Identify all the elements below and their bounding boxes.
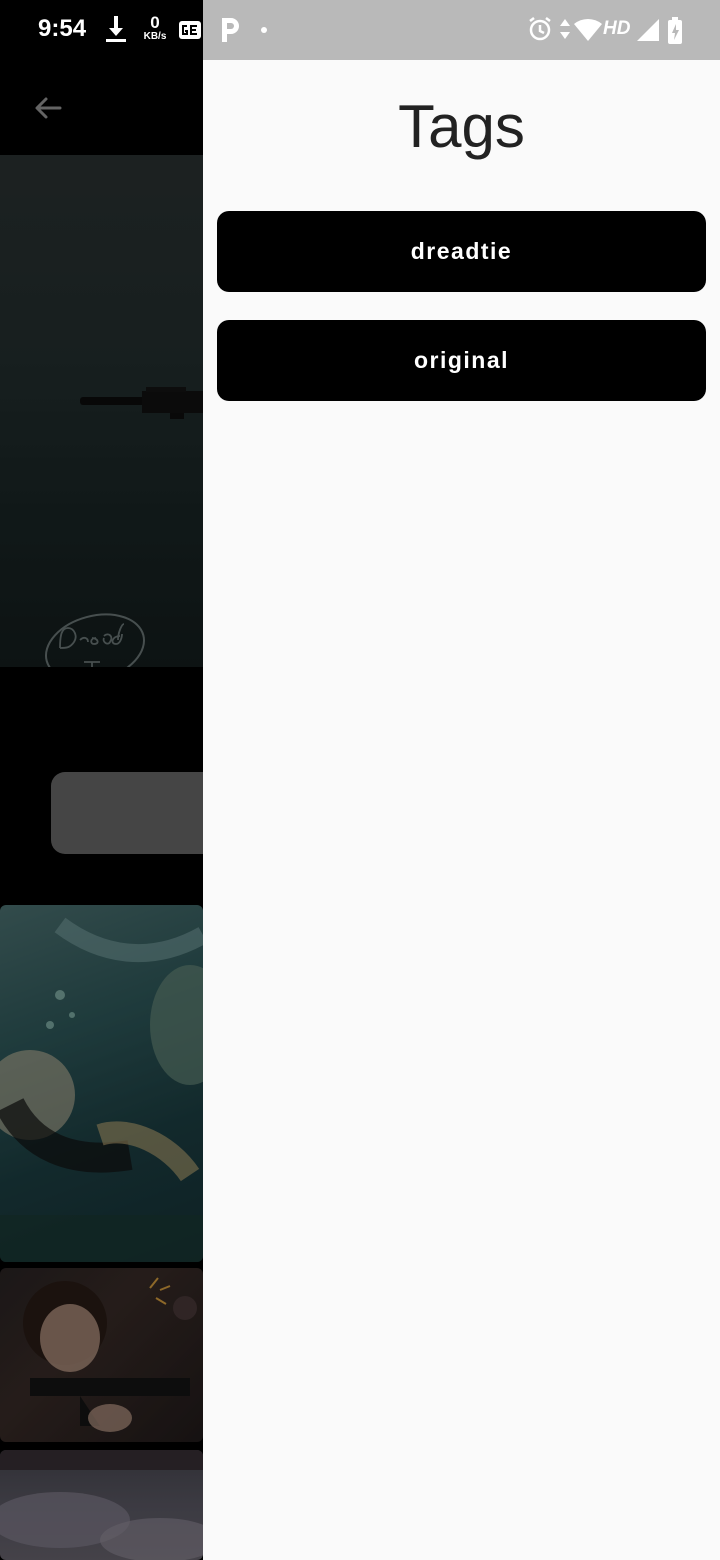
signal-icon	[637, 19, 659, 41]
network-speed: 0 KB/s	[140, 14, 170, 46]
status-bar: 9:54 0 KB/s HD	[0, 0, 720, 60]
network-type-label: HD	[603, 18, 631, 39]
tag-button-dreadtie[interactable]: dreadtie	[217, 211, 706, 292]
alarm-icon	[529, 17, 551, 41]
p-app-icon	[222, 18, 239, 42]
drawer-scrim[interactable]	[0, 60, 203, 1560]
tag-button-original[interactable]: original	[217, 320, 706, 401]
data-arrows-icon	[560, 19, 570, 39]
notification-dot-icon	[261, 27, 267, 33]
ge-app-icon	[179, 21, 201, 39]
status-clock: 9:54	[38, 15, 87, 42]
tags-drawer: Tags dreadtie original	[203, 60, 720, 1560]
network-speed-value: 0	[150, 13, 160, 32]
download-icon	[106, 16, 126, 42]
drawer-title: Tags	[398, 93, 525, 160]
status-bar-left: 9:54 0 KB/s	[0, 0, 203, 60]
battery-charging-icon	[668, 17, 682, 44]
status-bar-right: HD	[203, 0, 720, 60]
wifi-icon	[574, 18, 602, 41]
network-speed-unit: KB/s	[143, 31, 167, 42]
